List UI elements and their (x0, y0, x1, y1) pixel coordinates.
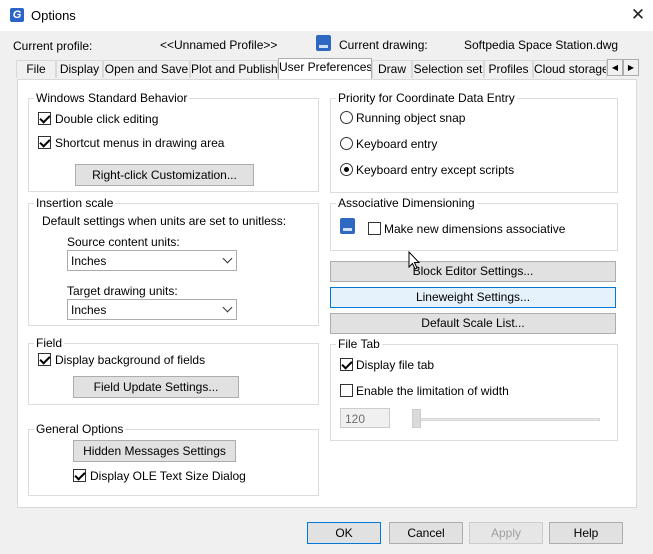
running-object-snap-radio[interactable] (340, 111, 353, 124)
file-tab-title: File Tab (336, 337, 382, 351)
tab-selection-set[interactable]: Selection set (412, 60, 484, 78)
tab-cloud-storage[interactable]: Cloud storage (533, 60, 607, 78)
tab-profiles[interactable]: Profiles (484, 60, 533, 78)
current-profile-label: Current profile: (13, 39, 93, 53)
file-tab-width-input[interactable]: 120 (340, 408, 390, 428)
keyboard-entry-except-scripts-label: Keyboard entry except scripts (356, 163, 515, 177)
windows-behavior-title: Windows Standard Behavior (34, 91, 190, 105)
current-drawing-label: Current drawing: (339, 38, 428, 52)
field-update-settings-button[interactable]: Field Update Settings... (73, 376, 239, 398)
keyboard-entry-radio[interactable] (340, 137, 353, 150)
drawing-file-icon (316, 35, 331, 51)
tab-file[interactable]: File (16, 60, 56, 78)
display-background-fields-label: Display background of fields (55, 353, 206, 367)
mouse-cursor-icon (408, 251, 421, 270)
display-ole-text-size-checkbox[interactable] (73, 469, 86, 482)
make-dimensions-associative-label: Make new dimensions associative (384, 222, 566, 236)
close-icon[interactable]: ✕ (626, 3, 650, 27)
app-logo-icon: G (10, 8, 24, 22)
target-drawing-units-label: Target drawing units: (67, 284, 178, 298)
keyboard-entry-except-scripts-radio[interactable] (340, 163, 353, 176)
source-content-units-value: Inches (71, 254, 107, 268)
double-click-editing-checkbox[interactable] (38, 112, 51, 125)
current-drawing-value: Softpedia Space Station.dwg (464, 38, 619, 52)
tab-scroll-left-icon[interactable]: ◀ (607, 59, 623, 76)
default-scale-list-button[interactable]: Default Scale List... (330, 313, 616, 334)
file-tab-width-slider-track[interactable] (412, 418, 600, 421)
display-file-tab-label: Display file tab (356, 358, 435, 372)
field-title: Field (34, 336, 65, 350)
lineweight-settings-button[interactable]: Lineweight Settings... (330, 287, 616, 308)
display-file-tab-checkbox[interactable] (340, 358, 353, 371)
title-bar (0, 0, 653, 31)
enable-width-limitation-checkbox[interactable] (340, 384, 353, 397)
target-drawing-units-select[interactable]: Inches (67, 299, 237, 320)
tab-plot-and-publish[interactable]: Plot and Publish (190, 60, 278, 78)
make-dimensions-associative-checkbox[interactable] (368, 222, 381, 235)
display-ole-text-size-label: Display OLE Text Size Dialog (90, 469, 246, 483)
insertion-scale-description: Default settings when units are set to u… (42, 214, 287, 228)
user-preferences-panel: Windows Standard Behavior Double click e… (17, 79, 637, 508)
tab-open-and-save[interactable]: Open and Save (103, 60, 190, 78)
tab-display[interactable]: Display (56, 60, 103, 78)
source-content-units-select[interactable]: Inches (67, 250, 237, 271)
apply-button[interactable]: Apply (469, 522, 543, 544)
priority-coordinate-title: Priority for Coordinate Data Entry (336, 91, 517, 105)
general-options-title: General Options (34, 422, 126, 436)
shortcut-menus-checkbox[interactable] (38, 136, 51, 149)
double-click-editing-label: Double click editing (55, 112, 159, 126)
tab-strip: File Display Open and Save Plot and Publ… (16, 58, 640, 79)
tab-scroll-right-icon[interactable]: ▶ (623, 59, 639, 76)
tab-draw[interactable]: Draw (372, 60, 412, 78)
running-object-snap-label: Running object snap (356, 111, 466, 125)
ok-button[interactable]: OK (307, 522, 381, 544)
insertion-scale-title: Insertion scale (34, 196, 116, 210)
enable-width-limitation-label: Enable the limitation of width (356, 384, 509, 398)
file-tab-width-slider-thumb[interactable] (412, 409, 421, 428)
tab-user-preferences[interactable]: User Preferences (278, 58, 372, 79)
associative-dimensioning-title: Associative Dimensioning (336, 196, 477, 210)
hidden-messages-settings-button[interactable]: Hidden Messages Settings (73, 440, 236, 462)
window-title: Options (31, 8, 76, 23)
cancel-button[interactable]: Cancel (389, 522, 463, 544)
associative-dimension-icon (340, 218, 355, 234)
target-drawing-units-value: Inches (71, 303, 107, 317)
file-tab-width-value: 120 (345, 412, 366, 426)
display-background-fields-checkbox[interactable] (38, 353, 51, 366)
chevron-down-icon (222, 302, 233, 313)
shortcut-menus-label: Shortcut menus in drawing area (55, 136, 225, 150)
right-click-customization-button[interactable]: Right-click Customization... (75, 164, 254, 186)
chevron-down-icon (222, 253, 233, 264)
source-content-units-label: Source content units: (67, 235, 180, 249)
current-profile-value: <<Unnamed Profile>> (160, 38, 278, 52)
help-button[interactable]: Help (549, 522, 623, 544)
keyboard-entry-label: Keyboard entry (356, 137, 438, 151)
block-editor-settings-button[interactable]: Block Editor Settings... (330, 261, 616, 282)
